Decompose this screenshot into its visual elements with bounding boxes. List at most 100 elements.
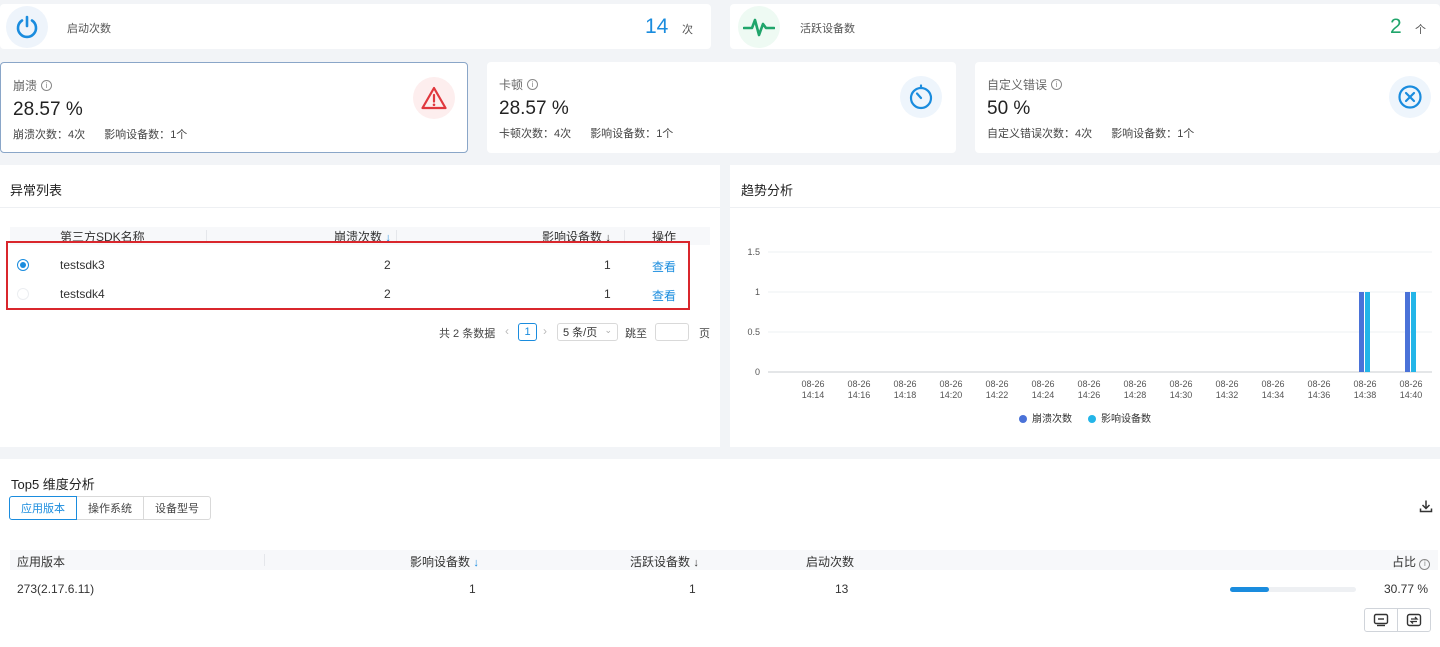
ratio-progress-bar bbox=[1230, 587, 1356, 592]
crash-count-label: 崩溃次数： bbox=[13, 129, 68, 141]
custom-error-count-label: 自定义错误次数： bbox=[987, 128, 1075, 140]
x-tick-label: 14:16 bbox=[848, 390, 871, 400]
col-active-devices[interactable]: 活跃设备数 ↓ bbox=[630, 553, 699, 570]
x-tick-label: 08-26 bbox=[1307, 379, 1330, 389]
crash-devices-value: 1个 bbox=[170, 129, 188, 141]
active-devices-label: 活跃设备数 bbox=[800, 23, 855, 35]
x-tick-label: 14:36 bbox=[1308, 390, 1331, 400]
app-version: 273(2.17.6.11) bbox=[17, 582, 95, 596]
custom-error-devices-label: 影响设备数： bbox=[1111, 128, 1178, 140]
sort-desc-icon[interactable]: ↓ bbox=[473, 557, 479, 569]
close-circle-icon bbox=[1398, 85, 1422, 109]
x-tick-label: 14:24 bbox=[1032, 390, 1055, 400]
x-tick-label: 08-26 bbox=[893, 379, 916, 389]
divider bbox=[0, 207, 720, 208]
legend-label: 影响设备数 bbox=[1101, 412, 1151, 425]
table-row[interactable]: 273(2.17.6.11) 1 1 13 30.77 % bbox=[10, 575, 1438, 603]
active-icon-wrap bbox=[738, 6, 780, 48]
y-tick-label: 1 bbox=[755, 287, 760, 297]
launch-count-value: 14 bbox=[645, 15, 669, 38]
power-icon bbox=[16, 15, 38, 39]
x-tick-label: 14:18 bbox=[894, 390, 917, 400]
switch-view-button[interactable] bbox=[1397, 608, 1431, 632]
crash-rate-value: 28.57 % bbox=[13, 99, 83, 120]
x-tick-label: 08-26 bbox=[1169, 379, 1192, 389]
custom-error-metric-card[interactable]: 自定义错误 i 50 % 自定义错误次数：4次 影响设备数：1个 bbox=[975, 62, 1440, 153]
y-tick-label: 1.5 bbox=[747, 247, 760, 257]
launch-count: 13 bbox=[835, 582, 849, 596]
crash-label: 崩溃 bbox=[13, 79, 38, 93]
custom-error-rate-value: 50 % bbox=[987, 98, 1031, 119]
sort-desc-icon[interactable]: ↓ bbox=[693, 557, 699, 569]
active-devices: 1 bbox=[689, 582, 696, 596]
x-tick-label: 08-26 bbox=[985, 379, 1008, 389]
pulse-icon bbox=[743, 18, 775, 37]
info-icon[interactable]: i bbox=[527, 79, 539, 90]
lag-count-value: 4次 bbox=[554, 128, 572, 140]
lag-label: 卡顿 bbox=[499, 78, 524, 92]
x-tick-label: 14:20 bbox=[940, 390, 963, 400]
tab-app-version[interactable]: 应用版本 bbox=[9, 496, 77, 520]
info-icon[interactable]: i bbox=[1051, 79, 1063, 90]
x-tick-label: 08-26 bbox=[1031, 379, 1054, 389]
x-tick-label: 14:40 bbox=[1400, 390, 1423, 400]
swap-icon bbox=[1406, 613, 1422, 627]
crash-metric-card[interactable]: 崩溃 i 28.57 % 崩溃次数：4次 影响设备数：1个 bbox=[0, 62, 468, 153]
x-tick-label: 08-26 bbox=[801, 379, 824, 389]
lag-devices-value: 1个 bbox=[656, 128, 674, 140]
launch-icon-wrap bbox=[6, 6, 48, 48]
col-affected-devices[interactable]: 影响设备数 ↓ bbox=[410, 553, 479, 570]
lag-count-label: 卡顿次数： bbox=[499, 128, 554, 140]
trend-panel: 趋势分析 0 0.5 1 1.5 08-26 14:14 08-26 14:16 08-26 14… bbox=[730, 165, 1440, 447]
x-tick-label: 08-26 bbox=[1399, 379, 1422, 389]
download-icon[interactable] bbox=[1419, 499, 1433, 513]
active-devices-value: 2 bbox=[1390, 15, 1402, 38]
tab-device-model[interactable]: 设备型号 bbox=[143, 496, 211, 520]
crash-devices-label: 影响设备数： bbox=[104, 129, 171, 141]
pager-total: 共 2 条数据 bbox=[439, 328, 496, 340]
jump-label: 跳至 bbox=[625, 328, 647, 340]
affected-devices: 1 bbox=[469, 582, 476, 596]
x-tick-label: 14:32 bbox=[1216, 390, 1239, 400]
x-tick-label: 08-26 bbox=[1215, 379, 1238, 389]
chart-bar bbox=[1411, 292, 1416, 372]
x-tick-label: 08-26 bbox=[1353, 379, 1376, 389]
jump-input[interactable] bbox=[655, 323, 689, 341]
x-tick-label: 08-26 bbox=[939, 379, 962, 389]
x-tick-label: 08-26 bbox=[847, 379, 870, 389]
launch-count-card: 启动次数 14 次 bbox=[0, 4, 711, 49]
chart-bar bbox=[1365, 292, 1370, 372]
monitor-icon bbox=[1373, 613, 1389, 627]
x-tick-label: 14:28 bbox=[1124, 390, 1147, 400]
chevron-down-icon: ⌄ bbox=[604, 325, 612, 335]
info-icon[interactable]: i bbox=[1419, 558, 1431, 570]
custom-error-devices-value: 1个 bbox=[1177, 128, 1195, 140]
top5-table-header: 应用版本 影响设备数 ↓ 活跃设备数 ↓ 启动次数 占比 i bbox=[10, 550, 1438, 570]
exception-list-title: 异常列表 bbox=[10, 183, 63, 198]
pager-prev-icon[interactable]: ‹ bbox=[505, 324, 509, 338]
trend-title: 趋势分析 bbox=[741, 183, 794, 198]
legend-dot bbox=[1019, 415, 1027, 423]
x-tick-label: 14:26 bbox=[1078, 390, 1101, 400]
active-devices-card: 活跃设备数 2 个 bbox=[730, 4, 1440, 49]
lag-metric-card[interactable]: 卡顿 i 28.57 % 卡顿次数：4次 影响设备数：1个 bbox=[487, 62, 956, 153]
timer-icon bbox=[909, 84, 933, 110]
tab-os[interactable]: 操作系统 bbox=[76, 496, 144, 520]
top5-title: Top5 维度分析 bbox=[11, 477, 95, 492]
page-suffix: 页 bbox=[699, 328, 710, 340]
warning-icon-wrap bbox=[413, 77, 455, 119]
trend-chart: 00.511.508-2614:1408-2614:1608-2614:1808… bbox=[747, 247, 1432, 425]
col-app-version: 应用版本 bbox=[17, 555, 66, 569]
screen-mode-button[interactable] bbox=[1364, 608, 1398, 632]
y-tick-label: 0 bbox=[755, 367, 760, 377]
x-tick-label: 14:22 bbox=[986, 390, 1009, 400]
x-tick-label: 08-26 bbox=[1077, 379, 1100, 389]
highlight-box bbox=[6, 241, 690, 310]
x-tick-label: 14:38 bbox=[1354, 390, 1377, 400]
page-size-select[interactable]: 5 条/页 ⌄ bbox=[557, 323, 618, 341]
launch-count-label: 启动次数 bbox=[67, 23, 111, 35]
x-tick-label: 14:30 bbox=[1170, 390, 1193, 400]
pager-next-icon[interactable]: › bbox=[543, 324, 547, 338]
pager-page-1[interactable]: 1 bbox=[518, 323, 537, 341]
info-icon[interactable]: i bbox=[41, 80, 53, 91]
